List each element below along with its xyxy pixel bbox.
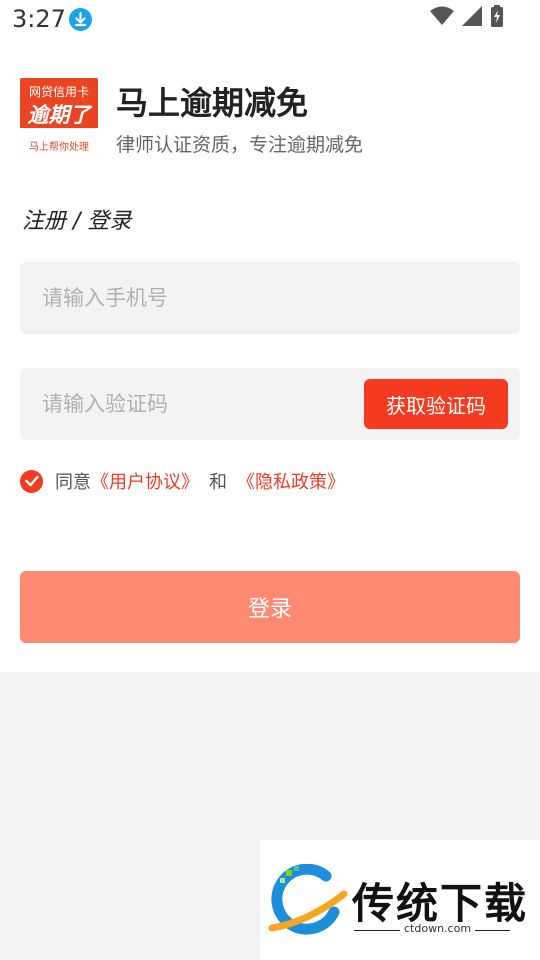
verification-code-input[interactable] xyxy=(42,368,362,440)
privacy-policy-link[interactable]: 《隐私政策》 xyxy=(237,468,345,494)
agreement-row: 同意 《用户协议》 和 《隐私政策》 xyxy=(20,468,345,494)
status-bar: 3:27 xyxy=(0,0,540,40)
phone-input[interactable] xyxy=(42,262,362,334)
verification-code-field: 获取验证码 xyxy=(20,368,520,440)
battery-icon xyxy=(490,5,504,31)
wifi-icon xyxy=(430,6,454,30)
phone-field xyxy=(20,262,520,334)
get-code-button[interactable]: 获取验证码 xyxy=(364,379,508,429)
agreement-prefix: 同意 xyxy=(55,472,91,493)
watermark: 传统下载 ctdown.com xyxy=(260,840,540,960)
watermark-domain: ctdown.com xyxy=(400,922,476,935)
logo-line-1: 网贷信用卡 xyxy=(28,85,89,99)
logo-line-3: 马上帮你处理 xyxy=(20,128,98,156)
app-title: 马上逾期减免 xyxy=(116,84,309,122)
app-logo: 网贷信用卡 逾期了 马上帮你处理 xyxy=(20,78,98,156)
login-button[interactable]: 登录 xyxy=(20,571,520,643)
download-notification-icon xyxy=(69,8,92,31)
status-icons xyxy=(430,5,504,31)
agreement-and: 和 xyxy=(209,472,227,493)
login-page: 网贷信用卡 逾期了 马上帮你处理 马上逾期减免 律师认证资质，专注逾期减免 注册… xyxy=(0,40,540,672)
watermark-logo-icon xyxy=(268,863,348,942)
check-icon xyxy=(24,475,39,487)
section-title: 注册 / 登录 xyxy=(22,209,132,234)
user-agreement-link[interactable]: 《用户协议》 xyxy=(91,468,199,494)
status-time: 3:27 xyxy=(12,5,66,33)
agreement-checkbox[interactable] xyxy=(20,469,43,493)
app-subtitle: 律师认证资质，专注逾期减免 xyxy=(116,134,364,156)
signal-icon xyxy=(462,6,482,30)
